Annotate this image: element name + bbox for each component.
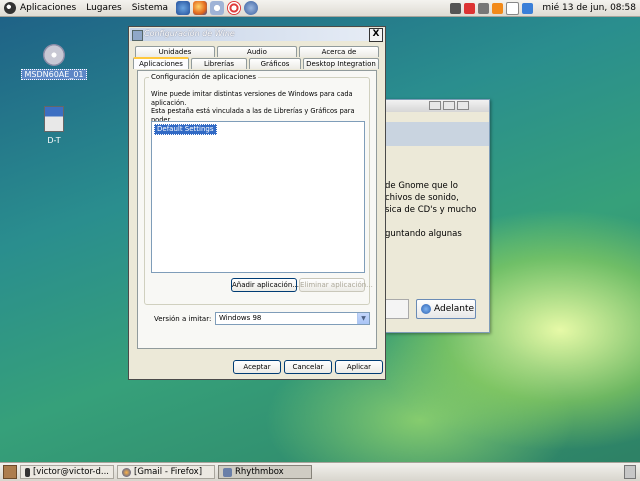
close-button[interactable] bbox=[457, 101, 469, 110]
dialog-title: Configuración de Wine bbox=[144, 29, 235, 38]
taskbar-item-terminal[interactable]: [victor@victor-d... bbox=[20, 465, 114, 479]
apply-button[interactable]: Aplicar bbox=[335, 360, 383, 374]
tab-librerias[interactable]: Librerías bbox=[191, 58, 247, 69]
close-button[interactable]: X bbox=[369, 28, 383, 42]
cdrom-icon bbox=[43, 44, 65, 66]
taskbar-item-rhythmbox[interactable]: Rhythmbox bbox=[218, 465, 312, 479]
application-list[interactable]: Default Settings bbox=[151, 121, 365, 273]
background-window[interactable]: de Gnome que lo chivos de sonido, sica d… bbox=[383, 99, 490, 333]
tab-graficos[interactable]: Gráficos bbox=[249, 58, 301, 69]
chevron-down-icon[interactable]: ▼ bbox=[357, 313, 369, 324]
back-button[interactable] bbox=[383, 299, 409, 319]
taskbar-item-firefox[interactable]: [Gmail - Firefox] bbox=[117, 465, 215, 479]
desktop-icon-media[interactable]: D-T bbox=[18, 106, 90, 145]
dialog-titlebar[interactable]: Configuración de Wine X bbox=[130, 28, 384, 42]
gem-icon[interactable] bbox=[464, 2, 476, 14]
network-tray-icon[interactable] bbox=[522, 2, 534, 14]
desktop-icon-label: D-T bbox=[47, 136, 61, 145]
app-config-group: Configuración de aplicaciones Wine puede… bbox=[144, 73, 373, 305]
screenshot-icon[interactable] bbox=[478, 2, 490, 14]
wine-config-dialog[interactable]: Configuración de Wine X Unidades Audio A… bbox=[128, 26, 386, 380]
tab-page-aplicaciones: Configuración de aplicaciones Wine puede… bbox=[137, 70, 377, 349]
top-panel: Aplicaciones Lugares Sistema mié 13 de j… bbox=[0, 0, 640, 17]
terminal-icon bbox=[25, 467, 30, 477]
menu-sistema[interactable]: Sistema bbox=[127, 0, 173, 16]
minimize-button[interactable] bbox=[429, 101, 441, 110]
media-icon bbox=[44, 106, 64, 132]
windows-version-label: Versión a imitar: bbox=[154, 315, 212, 323]
system-tray: mié 13 de jun, 08:58 bbox=[450, 0, 640, 16]
remove-application-button[interactable]: Eliminar aplicación... bbox=[299, 278, 373, 292]
maximize-button[interactable] bbox=[443, 101, 455, 110]
windows-version-select[interactable]: Windows 98 ▼ bbox=[215, 312, 370, 325]
trash-icon[interactable] bbox=[624, 465, 636, 479]
text-line: chivos de sonido, bbox=[385, 193, 459, 203]
clock[interactable]: mié 13 de jun, 08:58 bbox=[536, 3, 640, 13]
volume-icon[interactable] bbox=[450, 2, 462, 14]
bottom-panel: [victor@victor-d... [Gmail - Firefox] Rh… bbox=[0, 462, 640, 481]
tab-unidades[interactable]: Unidades bbox=[135, 46, 215, 57]
desktop-icon-label: MSDN60AE_01 bbox=[21, 69, 87, 80]
desktop-icon-cdrom[interactable]: MSDN60AE_01 bbox=[18, 44, 90, 80]
background-window-text: de Gnome que lo chivos de sonido, sica d… bbox=[385, 180, 489, 240]
tab-aplicaciones[interactable]: Aplicaciones bbox=[133, 57, 189, 69]
update-icon[interactable] bbox=[492, 2, 504, 14]
tab-audio[interactable]: Audio bbox=[217, 46, 297, 57]
mail-icon[interactable] bbox=[506, 1, 520, 15]
background-window-header bbox=[385, 122, 489, 146]
network-icon[interactable] bbox=[176, 1, 191, 15]
text-line bbox=[385, 216, 489, 228]
ok-button[interactable]: Aceptar bbox=[233, 360, 281, 374]
text-line: sica de CD's y mucho bbox=[385, 205, 477, 215]
firefox-icon[interactable] bbox=[193, 1, 208, 15]
rhythmbox-icon bbox=[223, 467, 232, 477]
evolution-icon[interactable] bbox=[210, 1, 225, 15]
text-line: de Gnome que lo bbox=[385, 181, 458, 191]
forward-icon bbox=[421, 304, 431, 314]
cancel-button[interactable]: Cancelar bbox=[284, 360, 332, 374]
menu-lugares[interactable]: Lugares bbox=[81, 0, 127, 16]
text-line: guntando algunas bbox=[385, 229, 462, 239]
firefox-icon bbox=[122, 467, 131, 477]
gnome-foot-icon bbox=[4, 2, 16, 14]
next-button[interactable]: Adelante bbox=[416, 299, 476, 319]
tab-desktop-integration[interactable]: Desktop Integration bbox=[303, 58, 379, 69]
tab-acerca-de[interactable]: Acerca de bbox=[299, 46, 379, 57]
menu-aplicaciones[interactable]: Aplicaciones bbox=[0, 0, 81, 16]
mail-launcher-icon[interactable] bbox=[244, 1, 259, 15]
wine-icon bbox=[132, 30, 143, 41]
background-window-titlebar[interactable] bbox=[385, 100, 489, 112]
show-desktop-button[interactable] bbox=[3, 465, 17, 479]
list-item[interactable]: Default Settings bbox=[154, 124, 217, 135]
help-icon[interactable] bbox=[227, 1, 242, 15]
add-application-button[interactable]: Añadir aplicación... bbox=[231, 278, 299, 292]
group-title: Configuración de aplicaciones bbox=[149, 73, 259, 81]
